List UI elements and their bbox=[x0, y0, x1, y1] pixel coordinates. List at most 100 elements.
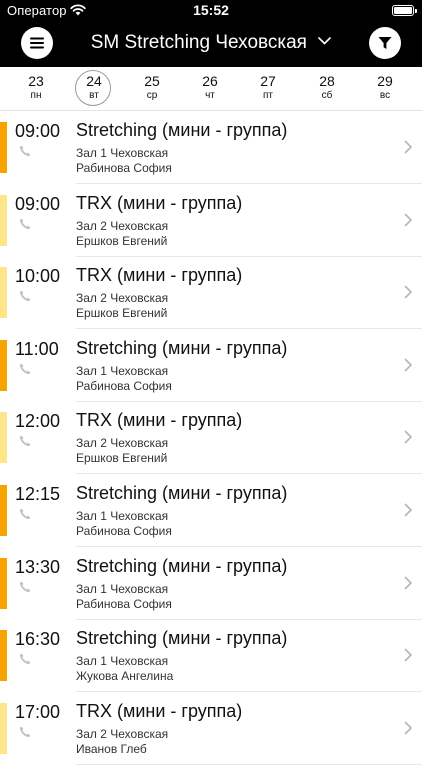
chevron-right-icon bbox=[404, 430, 412, 444]
top-bar: Оператор 15:52 SM Stretching Чеховская bbox=[0, 0, 422, 67]
class-room: Зал 2 Чеховская bbox=[76, 436, 169, 451]
chevron-right-icon bbox=[404, 648, 412, 662]
class-row[interactable]: 10:00 TRX (мини - группа) Зал 2 Чеховская Е… bbox=[0, 256, 422, 330]
hamburger-icon bbox=[30, 37, 44, 49]
day-number: 28 bbox=[319, 73, 335, 89]
day-of-week: вт bbox=[89, 90, 99, 101]
class-trainer: Жукова Ангелина bbox=[76, 669, 174, 684]
day-number: 23 bbox=[28, 73, 44, 89]
class-color-bar bbox=[0, 339, 7, 391]
class-trainer: Иванов Глеб bbox=[76, 741, 147, 756]
class-row[interactable]: 13:30 Stretching (мини - группа) Зал 1 Чех… bbox=[0, 547, 422, 620]
class-time: 16:30 bbox=[15, 629, 61, 650]
class-color-bar bbox=[0, 557, 7, 609]
class-trainer: Ершков Евгений bbox=[76, 306, 168, 321]
class-time: 09:00 bbox=[15, 121, 61, 141]
class-title: TRX (мини - группа) bbox=[76, 410, 243, 431]
day-of-week: ср bbox=[146, 90, 158, 101]
day-number: 24 bbox=[86, 73, 102, 89]
class-time: 12:15 bbox=[15, 484, 61, 504]
day-number: 26 bbox=[202, 73, 218, 89]
class-title: TRX (мини - группа) bbox=[76, 700, 243, 721]
chevron-right-icon bbox=[404, 213, 412, 226]
class-row[interactable]: 17:00 TRX (мини - группа) Зал 2 Чеховская И… bbox=[0, 692, 422, 765]
class-trainer: Рабинова София bbox=[76, 161, 172, 175]
status-time: 15:52 bbox=[193, 2, 229, 18]
chevron-right-icon bbox=[404, 358, 412, 372]
class-color-bar bbox=[0, 412, 7, 464]
filter-icon bbox=[378, 37, 392, 49]
class-color-bar bbox=[0, 485, 7, 536]
day-29[interactable]: 29 вс bbox=[362, 67, 408, 111]
class-room: Зал 2 Чеховская bbox=[76, 726, 169, 741]
menu-button[interactable] bbox=[21, 27, 53, 59]
class-room: Зал 1 Чеховская bbox=[76, 509, 169, 523]
phone-icon bbox=[19, 218, 31, 229]
class-trainer: Рабинова София bbox=[76, 524, 172, 538]
chevron-right-icon bbox=[404, 503, 412, 517]
chevron-right-icon bbox=[404, 721, 412, 735]
phone-icon bbox=[19, 581, 31, 592]
phone-icon bbox=[19, 726, 31, 737]
class-trainer: Ершков Евгений bbox=[76, 451, 168, 466]
filter-button[interactable] bbox=[369, 27, 401, 59]
class-title: Stretching (мини - группа) bbox=[76, 337, 288, 358]
phone-icon bbox=[19, 363, 31, 374]
class-time: 10:00 bbox=[15, 266, 61, 287]
phone-icon bbox=[19, 436, 31, 447]
day-26[interactable]: 26 чт bbox=[187, 67, 233, 111]
day-24[interactable]: 24 вт bbox=[71, 67, 117, 111]
phone-icon bbox=[19, 145, 31, 157]
class-time: 09:00 bbox=[15, 193, 61, 214]
class-color-bar bbox=[0, 122, 7, 173]
class-row[interactable]: 16:30 Stretching (мини - группа) Зал 1 Чех… bbox=[0, 619, 422, 693]
class-row[interactable]: 09:00 TRX (мини - группа) Зал 2 Чеховская Е… bbox=[0, 184, 422, 257]
day-number: 25 bbox=[144, 73, 160, 89]
class-color-bar bbox=[0, 267, 7, 319]
day-of-week: вс bbox=[379, 90, 391, 101]
battery-icon bbox=[392, 5, 417, 16]
class-room: Зал 1 Чеховская bbox=[76, 146, 169, 160]
phone-icon bbox=[19, 653, 31, 665]
class-time: 17:00 bbox=[15, 701, 61, 722]
class-row[interactable]: 11:00 Stretching (мини - группа) Зал 1 Чех… bbox=[0, 329, 422, 402]
class-room: Зал 1 Чеховская bbox=[76, 363, 169, 378]
chevron-down-icon bbox=[318, 37, 332, 45]
class-time: 12:00 bbox=[15, 411, 61, 432]
class-row[interactable]: 12:15 Stretching (мини - группа) Зал 1 Чех… bbox=[0, 474, 422, 547]
class-room: Зал 1 Чеховская bbox=[76, 581, 169, 596]
class-title: Stretching (мини - группа) bbox=[76, 555, 288, 576]
day-selector: 23 пн 24 вт 25 ср 26 чт 27 пт 28 сб 29 вс bbox=[0, 67, 422, 111]
class-row[interactable]: 12:00 TRX (мини - группа) Зал 2 Чеховская Е… bbox=[0, 401, 422, 475]
class-color-bar bbox=[0, 630, 7, 682]
day-number: 29 bbox=[377, 73, 393, 89]
class-row[interactable]: 09:00 Stretching (мини - группа) Зал 1 Чех… bbox=[0, 111, 422, 184]
class-trainer: Рабинова София bbox=[76, 596, 172, 611]
day-of-week: пн bbox=[30, 90, 42, 101]
class-color-bar bbox=[0, 702, 7, 754]
class-room: Зал 2 Чеховская bbox=[76, 218, 169, 233]
day-of-week: чт bbox=[205, 90, 215, 101]
page-title: SM Stretching Чеховская bbox=[90, 32, 307, 53]
day-number: 27 bbox=[260, 73, 276, 89]
day-27[interactable]: 27 пт bbox=[245, 67, 291, 111]
phone-icon bbox=[19, 508, 31, 520]
class-title: Stretching (мини - группа) bbox=[76, 120, 288, 140]
class-trainer: Ершков Евгений bbox=[76, 233, 168, 248]
class-title: Stretching (мини - группа) bbox=[76, 628, 288, 649]
phone-icon bbox=[19, 290, 31, 302]
day-25[interactable]: 25 ср bbox=[129, 67, 175, 111]
class-time: 13:30 bbox=[15, 556, 61, 577]
chevron-right-icon bbox=[404, 140, 412, 154]
class-room: Зал 2 Чеховская bbox=[76, 291, 169, 306]
class-time: 11:00 bbox=[15, 338, 59, 359]
class-title: TRX (мини - группа) bbox=[76, 265, 243, 286]
club-selector[interactable]: SM Stretching Чеховская bbox=[90, 32, 332, 54]
chevron-right-icon bbox=[404, 285, 412, 299]
chevron-right-icon bbox=[404, 576, 412, 589]
class-room: Зал 1 Чеховская bbox=[76, 654, 169, 669]
class-title: Stretching (мини - группа) bbox=[76, 483, 288, 503]
day-23[interactable]: 23 пн bbox=[13, 67, 59, 111]
status-bar: Оператор 15:52 bbox=[0, 0, 422, 22]
day-28[interactable]: 28 сб bbox=[304, 67, 350, 111]
